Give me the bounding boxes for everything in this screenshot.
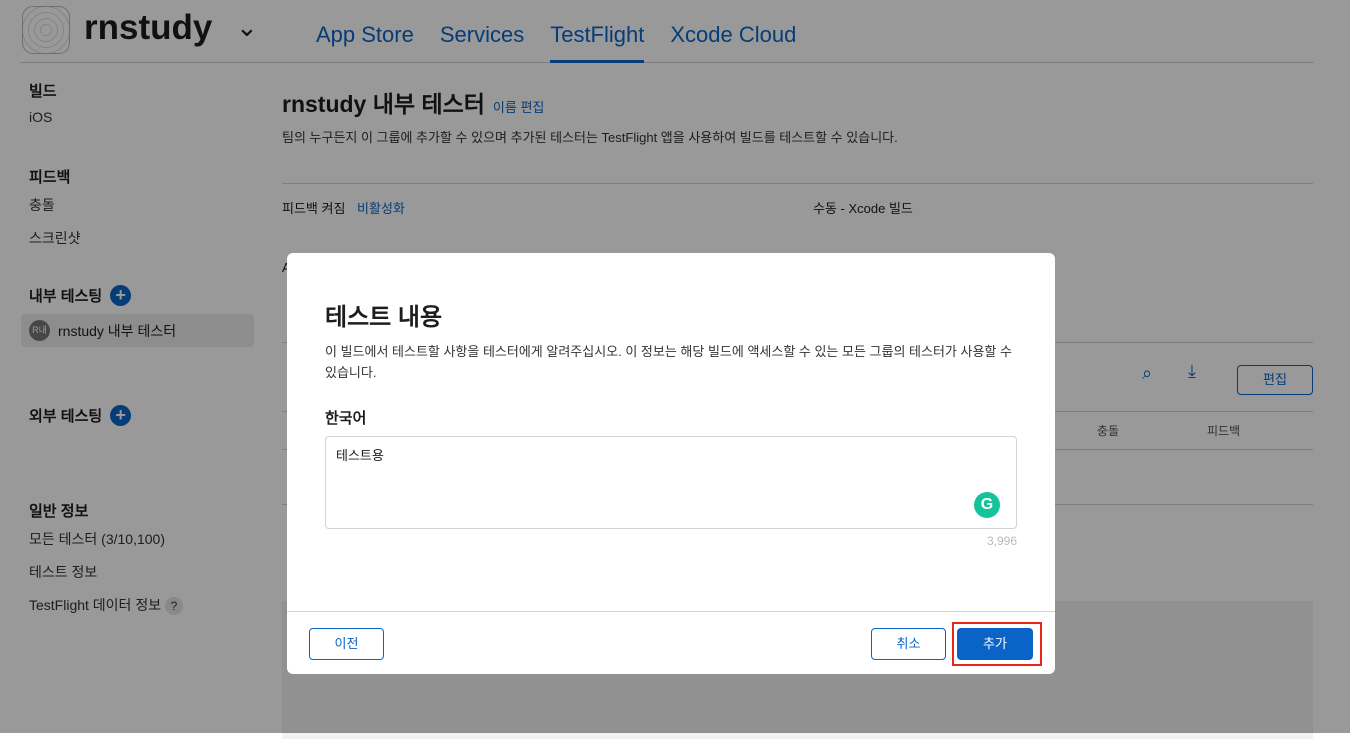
highlight-box xyxy=(952,622,1042,666)
language-label: 한국어 xyxy=(325,410,367,427)
grammarly-icon[interactable]: G xyxy=(974,492,1000,518)
test-notes-textarea[interactable]: 테스트용 G xyxy=(325,436,1017,529)
cancel-button[interactable]: 취소 xyxy=(871,628,946,660)
back-button[interactable]: 이전 xyxy=(309,628,384,660)
dialog-title: 테스트 내용 xyxy=(325,304,443,331)
test-notes-dialog: 테스트 내용 이 빌드에서 테스트할 사항을 테스터에게 알려주십시오. 이 정… xyxy=(287,253,1055,674)
test-notes-text: 테스트용 xyxy=(336,448,384,463)
dialog-description: 이 빌드에서 테스트할 사항을 테스터에게 알려주십시오. 이 정보는 해당 빌… xyxy=(325,344,1012,380)
remaining-char-count: 3,996 xyxy=(986,534,1017,548)
